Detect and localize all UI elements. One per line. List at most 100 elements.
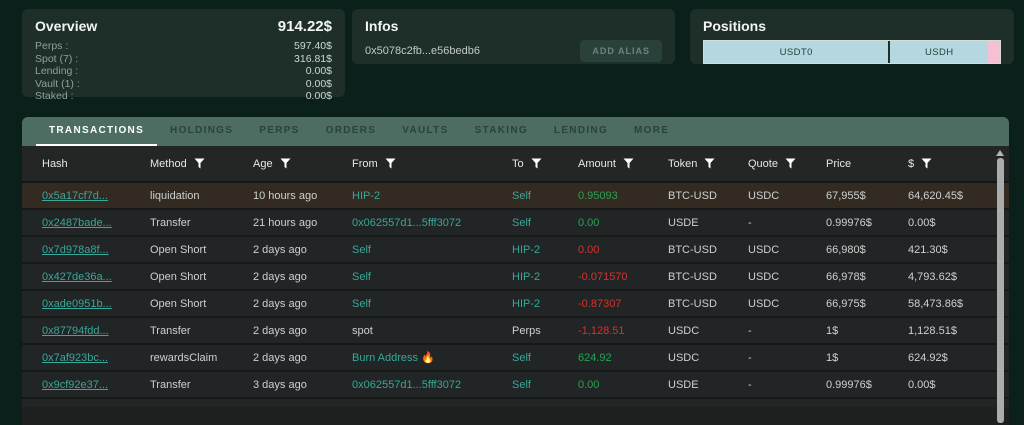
stat-row-lending: Lending : 0.00$ (35, 65, 332, 78)
tx-to-link[interactable]: Self (512, 379, 531, 391)
table-scrollbar[interactable] (996, 150, 1004, 423)
tx-from-link[interactable]: 0x062557d1...5fff3072 (352, 217, 461, 229)
overview-title: Overview (35, 18, 97, 34)
tab-staking[interactable]: STAKING (462, 117, 541, 146)
col-header-price[interactable]: Price (826, 158, 908, 170)
stat-label: Perps : (35, 40, 68, 53)
tx-to-link[interactable]: Self (512, 217, 531, 229)
tx-from-link[interactable]: Self (352, 298, 371, 310)
tx-from-link[interactable]: Burn Address 🔥 (352, 352, 435, 364)
col-header-method[interactable]: Method (150, 158, 253, 170)
filter-icon[interactable] (531, 158, 542, 169)
overview-stats: Perps : 597.40$ Spot (7) : 316.81$ Lendi… (35, 40, 332, 103)
tx-from-link[interactable]: HIP-2 (352, 190, 380, 202)
col-header-amount[interactable]: Amount (578, 158, 668, 170)
tx-price: 0.99976$ (826, 217, 908, 229)
stat-value: 316.81$ (294, 53, 332, 66)
tx-age: 10 hours ago (253, 190, 352, 202)
positions-segment-usdt0[interactable]: USDT0 (704, 41, 890, 63)
tx-token: BTC-USD (668, 244, 748, 256)
table-row: 0xade0951b... Open Short 2 days ago Self… (22, 291, 1009, 318)
col-header-age[interactable]: Age (253, 158, 352, 170)
tx-to-link[interactable]: HIP-2 (512, 244, 540, 256)
tx-to-link[interactable]: Self (512, 352, 531, 364)
tx-from-link[interactable]: 0x062557d1...5fff3072 (352, 379, 461, 391)
tx-age: 2 days ago (253, 271, 352, 283)
stat-value: 0.00$ (306, 90, 332, 103)
tx-from-link[interactable]: Self (352, 244, 371, 256)
tx-price: 1$ (826, 325, 908, 337)
tx-to-link[interactable]: Perps (512, 325, 541, 337)
filter-icon[interactable] (785, 158, 796, 169)
section-tab-bar: TRANSACTIONS HOLDINGS PERPS ORDERS VAULT… (22, 117, 1009, 146)
stat-label: Staked : (35, 90, 74, 103)
table-row: 0x9cf92e37... Transfer 3 days ago 0x0625… (22, 372, 1009, 399)
col-header-hash[interactable]: Hash (42, 158, 150, 170)
tx-amount: 0.00 (578, 244, 599, 256)
tx-from-link[interactable]: spot (352, 325, 373, 337)
col-header-usd[interactable]: $ (908, 158, 1009, 170)
col-header-token[interactable]: Token (668, 158, 748, 170)
tx-token: USDC (668, 352, 748, 364)
table-row-partial (22, 399, 1009, 407)
filter-icon[interactable] (704, 158, 715, 169)
col-header-from[interactable]: From (352, 158, 512, 170)
filter-icon[interactable] (280, 158, 291, 169)
positions-panel: Positions USDT0 USDH (690, 9, 1014, 64)
scrollbar-thumb[interactable] (997, 158, 1004, 423)
tx-amount: 0.00 (578, 217, 599, 229)
tx-from-link[interactable]: Self (352, 271, 371, 283)
col-header-to[interactable]: To (512, 158, 578, 170)
tx-price: 0.99976$ (826, 379, 908, 391)
tx-hash-link[interactable]: 0x87794fdd... (42, 325, 109, 337)
tx-to-link[interactable]: HIP-2 (512, 271, 540, 283)
stat-value: 0.00$ (306, 65, 332, 78)
table-row: 0x87794fdd... Transfer 2 days ago spot P… (22, 318, 1009, 345)
tx-amount: -1,128.51 (578, 325, 624, 337)
table-row: 0x2487bade... Transfer 21 hours ago 0x06… (22, 210, 1009, 237)
tab-lending[interactable]: LENDING (541, 117, 621, 146)
tab-perps[interactable]: PERPS (246, 117, 312, 146)
tab-more[interactable]: MORE (621, 117, 682, 146)
stat-row-spot: Spot (7) : 316.81$ (35, 53, 332, 66)
tx-age: 2 days ago (253, 352, 352, 364)
tx-quote: - (748, 325, 826, 337)
tx-token: BTC-USD (668, 190, 748, 202)
overview-total-value: 914.22$ (278, 18, 332, 35)
tx-to-link[interactable]: Self (512, 190, 531, 202)
tx-usd-value: 624.92$ (908, 352, 1009, 364)
tx-hash-link[interactable]: 0x9cf92e37... (42, 379, 108, 391)
tx-usd-value: 421.30$ (908, 244, 1009, 256)
tx-token: USDC (668, 325, 748, 337)
tab-orders[interactable]: ORDERS (313, 117, 390, 146)
tx-price: 66,980$ (826, 244, 908, 256)
tx-amount: 624.92 (578, 352, 612, 364)
col-header-quote[interactable]: Quote (748, 158, 826, 170)
tx-hash-link[interactable]: 0x7d978a8f... (42, 244, 109, 256)
tx-method: Open Short (150, 298, 253, 310)
positions-segment-usdh[interactable]: USDH (890, 41, 988, 63)
tx-price: 66,978$ (826, 271, 908, 283)
tx-hash-link[interactable]: 0x2487bade... (42, 217, 112, 229)
positions-segment-other[interactable] (988, 41, 1000, 63)
tab-vaults[interactable]: VAULTS (389, 117, 461, 146)
filter-icon[interactable] (385, 158, 396, 169)
tx-age: 3 days ago (253, 379, 352, 391)
tx-quote: - (748, 379, 826, 391)
tx-quote: USDC (748, 271, 826, 283)
scroll-up-icon[interactable] (996, 150, 1004, 156)
tab-transactions[interactable]: TRANSACTIONS (36, 117, 157, 146)
tx-hash-link[interactable]: 0x427de36a... (42, 271, 112, 283)
tx-to-link[interactable]: HIP-2 (512, 298, 540, 310)
tx-hash-link[interactable]: 0x7af923bc... (42, 352, 108, 364)
tx-usd-value: 4,793.62$ (908, 271, 1009, 283)
tx-hash-link[interactable]: 0xade0951b... (42, 298, 112, 310)
tab-holdings[interactable]: HOLDINGS (157, 117, 246, 146)
filter-icon[interactable] (623, 158, 634, 169)
filter-icon[interactable] (921, 158, 932, 169)
tx-usd-value: 1,128.51$ (908, 325, 1009, 337)
filter-icon[interactable] (194, 158, 205, 169)
add-alias-button[interactable]: ADD ALIAS (580, 40, 662, 62)
stat-row-perps: Perps : 597.40$ (35, 40, 332, 53)
tx-hash-link[interactable]: 0x5a17cf7d... (42, 190, 108, 202)
